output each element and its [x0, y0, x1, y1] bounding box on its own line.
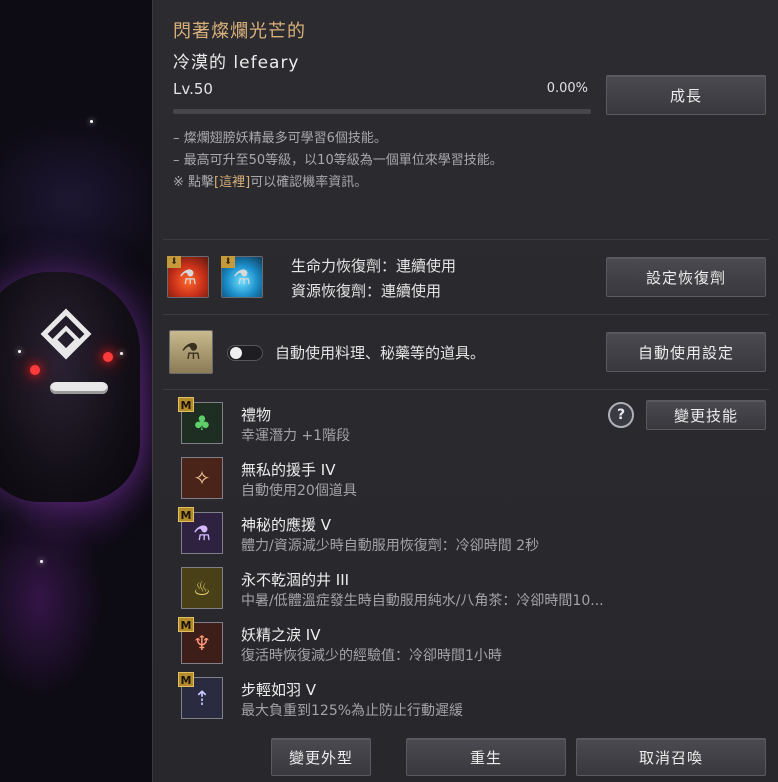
sparkle — [90, 120, 93, 123]
rebirth-button[interactable]: 重生 — [406, 738, 566, 776]
note-line: – 燦爛翅膀妖精最多可學習6個技能。 — [173, 131, 387, 146]
change-appearance-button[interactable]: 變更外型 — [271, 738, 371, 776]
note-suffix: 可以確認機率資訊。 — [250, 175, 368, 190]
divider — [163, 239, 769, 240]
sparkle — [40, 560, 43, 563]
sparkle — [18, 350, 21, 353]
fairy-wing-icon: ✧ — [181, 457, 223, 499]
pet-info-panel: 閃著燦爛光芒的 冷漠的 lefeary Lv.50 0.00% 成長 – 燦爛翅… — [152, 0, 778, 782]
pet-level: Lv.50 — [173, 80, 213, 98]
auto-badge-icon: ⬇ — [221, 256, 235, 268]
auto-badge-icon: ⬇ — [167, 256, 181, 268]
skill-name: 妖精之淚 IV — [241, 626, 321, 644]
pet-left-eye — [30, 365, 40, 375]
master-badge: M — [178, 672, 194, 687]
master-badge: M — [178, 507, 194, 522]
skill-desc: 中暑/低體溫症發生時自動服用純水/八角茶：冷卻時間10... — [241, 593, 604, 609]
master-badge: M — [178, 397, 194, 412]
pet-right-eye — [103, 352, 113, 362]
flask-gear-icon: ⚗ — [169, 330, 213, 374]
divider — [163, 314, 769, 315]
pet-mouth — [50, 382, 108, 394]
exp-percent: 0.00% — [546, 81, 588, 96]
skill-desc: 最大負重到125%為止防止行動遲緩 — [241, 703, 464, 719]
resource-recovery-label: 資源恢復劑：連續使用 — [291, 282, 442, 300]
set-recovery-button[interactable]: 設定恢復劑 — [606, 257, 766, 297]
skill-name: 步輕如羽 V — [241, 681, 317, 699]
skill-notes: – 燦爛翅膀妖精最多可學習6個技能。 – 最高可升至50等級，以10等級為一個單… — [173, 128, 503, 194]
skill-name: 神秘的應援 V — [241, 516, 332, 534]
pet-name: 冷漠的 lefeary — [173, 53, 300, 73]
sparkle — [120, 352, 123, 355]
cancel-summon-button[interactable]: 取消召喚 — [576, 738, 766, 776]
hp-recovery-label: 生命力恢復劑：連續使用 — [291, 257, 457, 275]
skill-name: 永不乾涸的井 III — [241, 571, 350, 589]
skill-desc: 幸運潛力 +1階段 — [241, 428, 351, 444]
auto-use-label: 自動使用料理、秘藥等的道具。 — [275, 344, 486, 362]
toggle-knob — [230, 347, 242, 359]
divider — [163, 389, 769, 390]
auto-use-toggle[interactable] — [227, 345, 263, 361]
tea-bowl-icon: ♨ — [181, 567, 223, 609]
pet-portrait — [0, 0, 152, 782]
skill-name: 無私的援手 IV — [241, 461, 336, 479]
skill-desc: 復活時恢復減少的經驗值：冷卻時間1小時 — [241, 648, 502, 664]
help-icon[interactable]: ? — [608, 402, 634, 428]
skill-desc: 體力/資源減少時自動服用恢復劑：冷卻時間 2秒 — [241, 538, 540, 554]
note-line: – 最高可升至50等級，以10等級為一個單位來學習技能。 — [173, 153, 503, 168]
note-line: ※ 點擊[這裡]可以確認機率資訊。 — [173, 172, 503, 194]
auto-use-settings-button[interactable]: 自動使用設定 — [606, 332, 766, 372]
skill-desc: 自動使用20個道具 — [241, 483, 357, 499]
grow-button[interactable]: 成長 — [606, 75, 766, 115]
probability-info-link[interactable]: [這裡] — [214, 175, 250, 190]
resource-potion-icon[interactable]: ⬇ ⚗ — [221, 256, 263, 298]
exp-bar — [173, 109, 591, 114]
skill-name: 禮物 — [241, 406, 272, 424]
pet-title-prefix: 閃著燦爛光芒的 — [173, 21, 306, 42]
note-prefix: ※ 點擊 — [173, 175, 215, 190]
change-skill-button[interactable]: 變更技能 — [646, 400, 766, 430]
hp-potion-icon[interactable]: ⬇ ⚗ — [167, 256, 209, 298]
master-badge: M — [178, 617, 194, 632]
